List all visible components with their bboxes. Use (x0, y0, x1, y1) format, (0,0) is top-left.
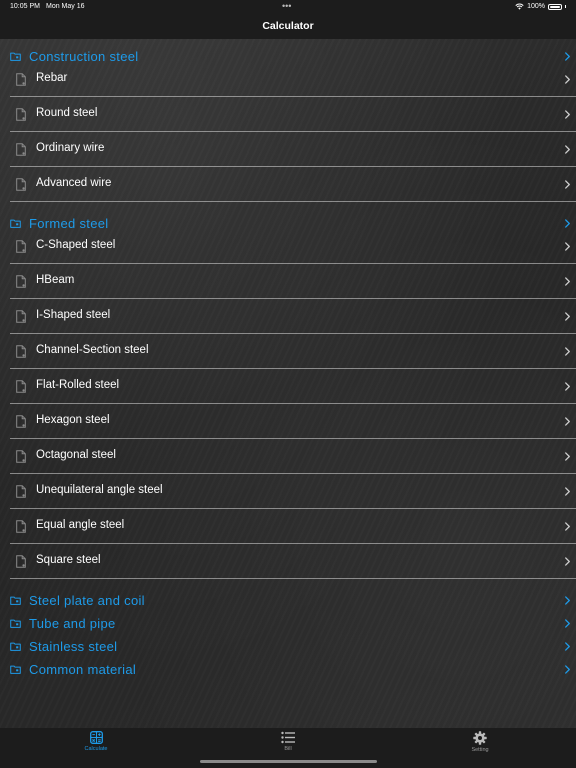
status-bar: 10:05 PM Mon May 16 ••• 100% (0, 0, 576, 14)
document-icon (16, 450, 26, 463)
document-icon (16, 108, 26, 121)
list-item-label: HBeam (36, 274, 75, 286)
folder-icon (10, 665, 21, 674)
list-item[interactable]: Unequilateral angle steel (10, 474, 576, 509)
list-item[interactable]: C-Shaped steel (10, 229, 576, 264)
document-icon (16, 143, 26, 156)
list-item-label: Equal angle steel (36, 519, 125, 531)
chevron-right-icon (565, 618, 570, 628)
navigation-bar: Calculator (0, 14, 576, 39)
tab-calculate[interactable]: Calculate (66, 731, 126, 752)
list-item-label: Unequilateral angle steel (36, 484, 163, 496)
list-item[interactable]: Square steel (10, 544, 576, 579)
calculator-icon (89, 731, 103, 744)
tab-label: Calculate (84, 746, 108, 752)
tab-label: Setting (471, 747, 489, 753)
chevron-right-icon (565, 664, 570, 674)
chevron-right-icon (565, 452, 570, 461)
document-icon (16, 310, 26, 323)
home-indicator[interactable] (200, 760, 377, 763)
chevron-right-icon (565, 595, 570, 605)
list-item[interactable]: Round steel (10, 97, 576, 132)
list-item-label: Ordinary wire (36, 142, 105, 154)
section-header[interactable]: Stainless steel (0, 635, 576, 657)
chevron-right-icon (565, 557, 570, 566)
tab-setting[interactable]: Setting (450, 731, 510, 753)
status-date: Mon May 16 (46, 3, 85, 10)
wifi-icon (515, 3, 524, 10)
section-title: Tube and pipe (29, 615, 116, 631)
document-icon (16, 178, 26, 191)
list-item[interactable]: I-Shaped steel (10, 299, 576, 334)
folder-icon (10, 219, 21, 228)
chevron-right-icon (565, 51, 570, 61)
list-item-label: Advanced wire (36, 177, 112, 189)
chevron-right-icon (565, 218, 570, 228)
battery-cap (565, 5, 566, 8)
list-item-label: Hexagon steel (36, 414, 110, 426)
chevron-right-icon (565, 312, 570, 321)
section-title: Common material (29, 661, 137, 677)
list-item[interactable]: Hexagon steel (10, 404, 576, 439)
folder-icon (10, 619, 21, 628)
section-header[interactable]: Tube and pipe (0, 612, 576, 634)
multitasking-dots-icon[interactable]: ••• (282, 1, 291, 11)
tab-label: Bill (284, 746, 292, 752)
document-icon (16, 73, 26, 86)
chevron-right-icon (565, 487, 570, 496)
list-item-label: Channel-Section steel (36, 344, 149, 356)
status-time: 10:05 PM (10, 3, 40, 10)
list-item[interactable]: Ordinary wire (10, 132, 576, 167)
page-title: Calculator (262, 20, 314, 32)
document-icon (16, 555, 26, 568)
list-icon (281, 731, 295, 744)
list-item[interactable]: Rebar (10, 62, 576, 97)
list-item-label: I-Shaped steel (36, 309, 111, 321)
list-item-label: Octagonal steel (36, 449, 116, 461)
status-right: 100% (515, 3, 566, 10)
list-item[interactable]: Flat-Rolled steel (10, 369, 576, 404)
chevron-right-icon (565, 522, 570, 531)
gear-icon (473, 731, 487, 745)
chevron-right-icon (565, 242, 570, 251)
list-item[interactable]: Channel-Section steel (10, 334, 576, 369)
list-item-label: C-Shaped steel (36, 239, 116, 251)
battery-percent: 100% (527, 3, 545, 10)
chevron-right-icon (565, 382, 570, 391)
chevron-right-icon (565, 417, 570, 426)
chevron-right-icon (565, 75, 570, 84)
list-item-label: Rebar (36, 72, 68, 84)
list-item-label: Square steel (36, 554, 101, 566)
folder-icon (10, 596, 21, 605)
battery-icon (548, 3, 562, 10)
chevron-right-icon (565, 110, 570, 119)
document-icon (16, 520, 26, 533)
list-item[interactable]: Octagonal steel (10, 439, 576, 474)
document-icon (16, 485, 26, 498)
chevron-right-icon (565, 347, 570, 356)
document-icon (16, 240, 26, 253)
list-item[interactable]: Equal angle steel (10, 509, 576, 544)
section-header[interactable]: Steel plate and coil (0, 589, 576, 611)
document-icon (16, 380, 26, 393)
document-icon (16, 415, 26, 428)
chevron-right-icon (565, 145, 570, 154)
section-title: Stainless steel (29, 638, 118, 654)
list-item[interactable]: Advanced wire (10, 167, 576, 202)
chevron-right-icon (565, 277, 570, 286)
document-icon (16, 275, 26, 288)
list-item-label: Round steel (36, 107, 98, 119)
chevron-right-icon (565, 641, 570, 651)
section-header[interactable]: Common material (0, 658, 576, 680)
tab-bill[interactable]: Bill (258, 731, 318, 752)
folder-icon (10, 642, 21, 651)
list-item[interactable]: HBeam (10, 264, 576, 299)
list-item-label: Flat-Rolled steel (36, 379, 120, 391)
chevron-right-icon (565, 180, 570, 189)
folder-icon (10, 52, 21, 61)
document-icon (16, 345, 26, 358)
section-title: Steel plate and coil (29, 592, 145, 608)
